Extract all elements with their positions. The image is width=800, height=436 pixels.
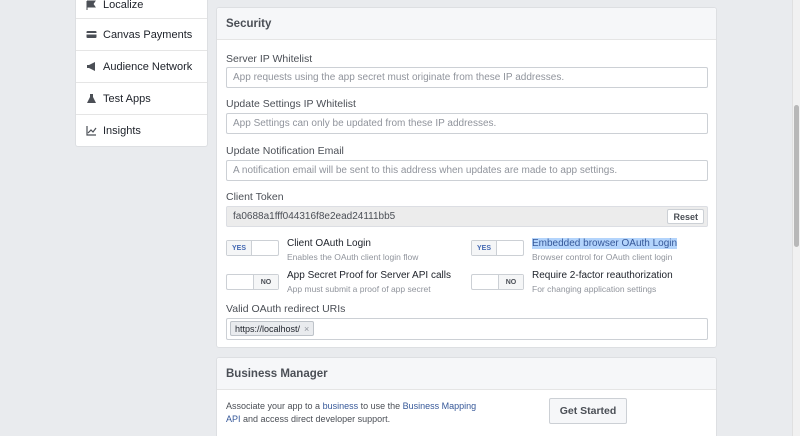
toggle-state: YES	[227, 241, 252, 255]
flag-icon	[86, 0, 97, 11]
sidebar-item-label: Canvas Payments	[103, 28, 193, 41]
toggle-state: NO	[498, 275, 523, 289]
business-description: Associate your app to a business to use …	[226, 400, 486, 426]
sidebar-item-label: Test Apps	[103, 92, 151, 105]
megaphone-icon	[86, 61, 97, 72]
client-oauth-title: Client OAuth Login	[287, 238, 371, 249]
page-scrollbar[interactable]	[792, 0, 800, 436]
security-header: Security	[217, 8, 716, 40]
app-secret-proof-title: App Secret Proof for Server API calls	[287, 270, 451, 281]
server-ip-input[interactable]: App requests using the app secret must o…	[226, 67, 708, 88]
remove-tag-icon[interactable]: ×	[304, 324, 309, 334]
business-manager-header: Business Manager	[217, 358, 716, 390]
update-ip-label: Update Settings IP Whitelist	[226, 98, 356, 110]
two-factor-title: Require 2-factor reauthorization	[532, 270, 673, 281]
redirect-uri-tag: https://localhost/ ×	[230, 321, 315, 336]
sidebar-item-localize[interactable]: Localize	[76, 0, 207, 18]
client-token-value: fa0688a1fff044316f8e2ead24111bb5	[233, 211, 396, 222]
business-manager-panel: Business Manager Associate your app to a…	[216, 357, 717, 436]
sidebar-item-canvas-payments[interactable]: Canvas Payments	[76, 18, 207, 50]
tag-label: https://localhost/	[235, 323, 301, 334]
toggle-state: YES	[472, 241, 497, 255]
sidebar-item-test-apps[interactable]: Test Apps	[76, 82, 207, 114]
notify-email-input[interactable]: A notification email will be sent to thi…	[226, 160, 708, 181]
notify-email-label: Update Notification Email	[226, 145, 344, 157]
redirect-uris-input[interactable]: https://localhost/ ×	[226, 318, 708, 340]
scrollbar-thumb[interactable]	[794, 105, 799, 247]
security-panel: Security Server IP Whitelist App request…	[216, 7, 717, 348]
sidebar-item-label: Localize	[103, 0, 144, 11]
biz-text-part: Associate your app to a	[226, 401, 323, 411]
server-ip-label: Server IP Whitelist	[226, 53, 313, 65]
update-ip-input[interactable]: App Settings can only be updated from th…	[226, 113, 708, 134]
client-token-field: fa0688a1fff044316f8e2ead24111bb5 Reset	[226, 206, 708, 227]
business-link[interactable]: business	[323, 401, 359, 411]
two-factor-toggle[interactable]: NO	[471, 274, 524, 290]
sidebar-item-insights[interactable]: Insights	[76, 114, 207, 146]
app-secret-proof-desc: App must submit a proof of app secret	[287, 284, 431, 294]
reset-button[interactable]: Reset	[667, 209, 704, 224]
sidebar-item-label: Audience Network	[103, 60, 193, 73]
chart-icon	[86, 125, 97, 136]
get-started-button[interactable]: Get Started	[549, 398, 627, 424]
client-oauth-toggle[interactable]: YES	[226, 240, 279, 256]
redirect-uris-label: Valid OAuth redirect URIs	[226, 303, 346, 315]
biz-text-part: to use the	[358, 401, 403, 411]
app-secret-proof-toggle[interactable]: NO	[226, 274, 279, 290]
embedded-oauth-title: Embedded browser OAuth Login	[532, 238, 678, 249]
flask-icon	[86, 93, 97, 104]
sidebar-menu: Localize Canvas Payments Audience Networ…	[75, 0, 208, 147]
sidebar-item-label: Insights	[103, 124, 141, 137]
biz-text-part: and access direct developer support.	[240, 414, 391, 424]
embedded-oauth-desc: Browser control for OAuth client login	[532, 252, 673, 262]
client-token-label: Client Token	[226, 191, 284, 203]
client-oauth-desc: Enables the OAuth client login flow	[287, 252, 419, 262]
two-factor-desc: For changing application settings	[532, 284, 657, 294]
toggle-state: NO	[253, 275, 278, 289]
sidebar-item-audience-network[interactable]: Audience Network	[76, 50, 207, 82]
card-icon	[86, 29, 97, 40]
embedded-oauth-toggle[interactable]: YES	[471, 240, 524, 256]
